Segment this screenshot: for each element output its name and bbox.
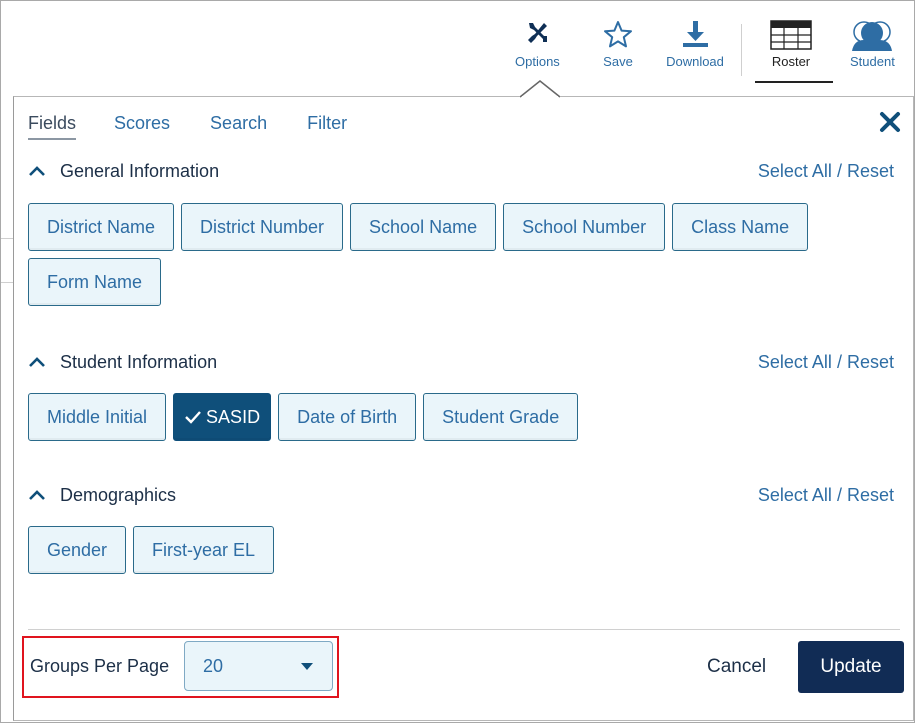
field-chip-school-name[interactable]: School Name: [350, 203, 497, 251]
field-chip-date-of-birth[interactable]: Date of Birth: [278, 393, 417, 441]
section-title: Demographics: [60, 484, 177, 505]
download-label: Download: [666, 54, 724, 69]
field-chip-form-name[interactable]: Form Name: [28, 258, 162, 306]
field-chip-middle-initial[interactable]: Middle Initial: [28, 393, 167, 441]
general-information-fields: District Name District Number School Nam…: [28, 203, 894, 306]
tab-fields[interactable]: Fields: [28, 113, 77, 140]
tab-search[interactable]: Search: [210, 113, 267, 140]
roster-label: Roster: [771, 54, 811, 69]
link-separator: /: [836, 351, 847, 372]
download-button[interactable]: Download: [663, 20, 727, 69]
field-chip-class-name[interactable]: Class Name: [672, 203, 809, 251]
background-divider: [1, 282, 13, 283]
download-icon: [683, 21, 708, 47]
panel-pointer-caret: [520, 80, 560, 98]
roster-active-indicator: [755, 81, 833, 83]
field-chip-student-grade[interactable]: Student Grade: [423, 393, 579, 441]
reset-link[interactable]: Reset: [847, 161, 894, 181]
select-reset-links: Select All / Reset: [758, 161, 894, 182]
footer-divider: [28, 629, 900, 630]
toolbar-divider: [741, 24, 742, 76]
field-chip-first-year-el[interactable]: First-year EL: [133, 526, 275, 574]
checkmark-icon: [185, 411, 201, 424]
select-all-link[interactable]: Select All: [758, 161, 832, 181]
groups-per-page-value: 20: [203, 655, 224, 676]
close-icon[interactable]: [879, 111, 901, 133]
field-chip-school-number[interactable]: School Number: [503, 203, 666, 251]
section-title: Student Information: [60, 351, 218, 372]
save-button[interactable]: Save: [603, 20, 633, 69]
reset-link[interactable]: Reset: [847, 352, 894, 372]
options-panel: Fields Scores Search Filter General Info…: [13, 96, 914, 721]
select-reset-links: Select All / Reset: [758, 352, 894, 373]
groups-per-page-label: Groups Per Page: [30, 656, 170, 676]
update-button[interactable]: Update: [798, 641, 904, 693]
field-chip-district-number[interactable]: District Number: [181, 203, 344, 251]
caret-down-icon: [301, 662, 313, 670]
options-button[interactable]: Options: [515, 20, 560, 69]
section-general-information: General Information Select All / Reset: [28, 157, 894, 185]
star-icon: [604, 21, 632, 48]
report-toolbar: Options Save Download Roster Student: [0, 0, 915, 96]
field-chip-sasid-selected[interactable]: SASID: [173, 393, 272, 441]
groups-per-page-select[interactable]: 20: [184, 641, 333, 691]
field-chip-gender[interactable]: Gender: [28, 526, 127, 574]
save-label: Save: [603, 54, 633, 69]
select-all-link[interactable]: Select All: [758, 352, 832, 372]
demographics-fields: Gender First-year EL: [28, 526, 894, 574]
chevron-up-icon[interactable]: [28, 489, 46, 501]
tab-filter[interactable]: Filter: [307, 113, 347, 140]
select-reset-links: Select All / Reset: [758, 485, 894, 506]
panel-tabs: Fields Scores Search Filter: [28, 113, 387, 140]
cancel-button[interactable]: Cancel: [707, 656, 766, 678]
options-label: Options: [515, 54, 560, 69]
section-demographics: Demographics Select All / Reset: [28, 481, 894, 509]
student-information-fields: Middle Initial SASID Date of Birth Stude…: [28, 393, 894, 441]
link-separator: /: [836, 160, 847, 181]
students-icon: [852, 21, 893, 51]
reset-link[interactable]: Reset: [847, 485, 894, 505]
background-divider: [1, 238, 13, 239]
link-separator: /: [836, 484, 847, 505]
section-title: General Information: [60, 160, 220, 181]
field-chip-district-name[interactable]: District Name: [28, 203, 175, 251]
table-grid-icon: [770, 20, 812, 50]
section-student-information: Student Information Select All / Reset: [28, 348, 894, 376]
wrench-screwdriver-icon: [528, 23, 548, 43]
chevron-up-icon[interactable]: [28, 165, 46, 177]
student-view-button[interactable]: Student: [850, 20, 895, 69]
chevron-up-icon[interactable]: [28, 356, 46, 368]
chip-label: SASID: [206, 406, 261, 427]
select-all-link[interactable]: Select All: [758, 485, 832, 505]
student-label: Student: [850, 54, 895, 69]
roster-view-button[interactable]: Roster: [770, 20, 812, 69]
tab-scores[interactable]: Scores: [114, 113, 170, 140]
